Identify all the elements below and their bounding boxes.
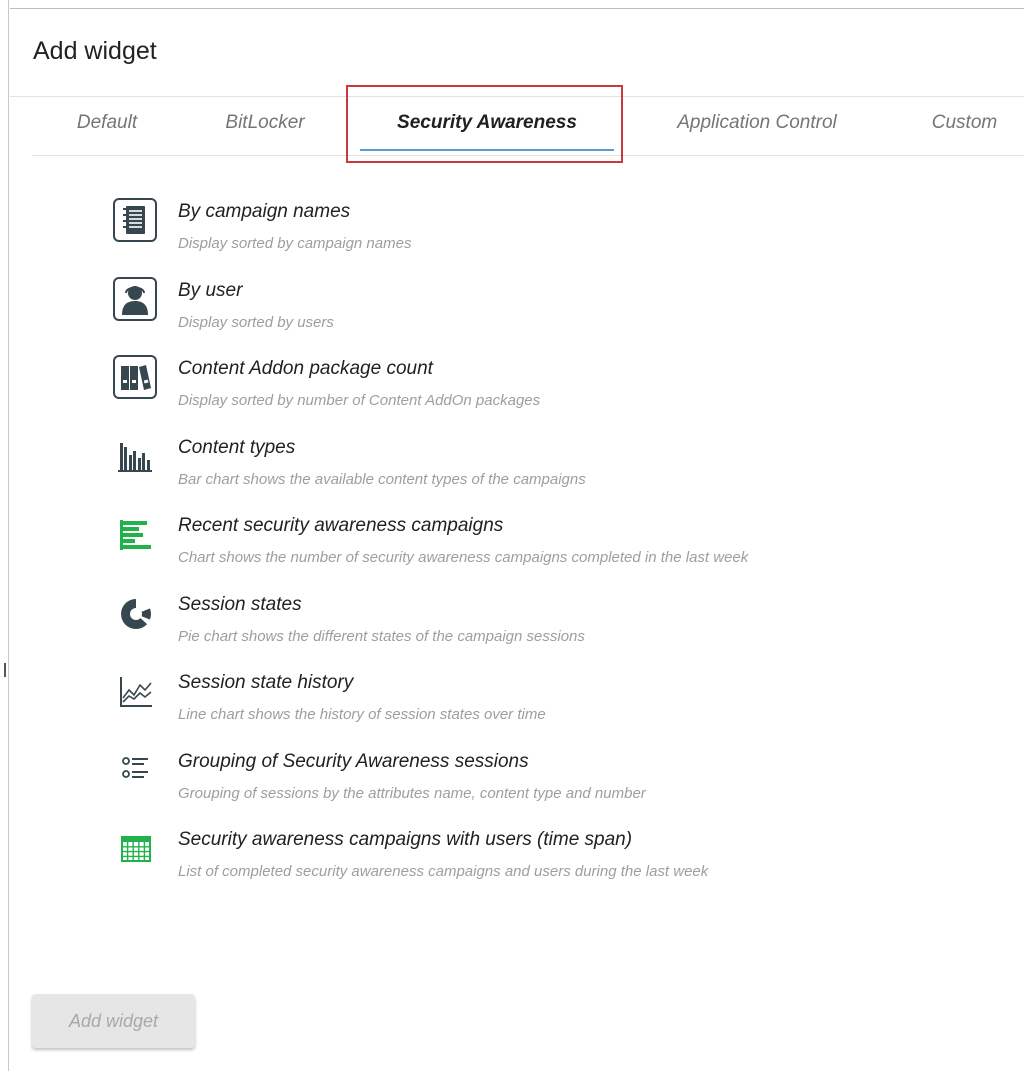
table-grid-icon <box>112 825 158 871</box>
widget-item-content-types[interactable]: Content types Bar chart shows the availa… <box>110 433 1010 512</box>
widget-item-session-states[interactable]: Session states Pie chart shows the diffe… <box>110 590 1010 669</box>
widget-title: Session state history <box>178 672 354 693</box>
grouping-list-icon <box>112 747 158 793</box>
widget-item-session-state-history[interactable]: Session state history Line chart shows t… <box>110 668 1010 747</box>
widget-description: List of completed security awareness cam… <box>178 863 709 880</box>
widget-title: Session states <box>178 593 302 615</box>
donut-chart-icon <box>112 590 158 636</box>
widget-description: Display sorted by users <box>178 313 334 331</box>
widget-item-recent-security-awareness-campaigns[interactable]: Recent security awareness campaigns Char… <box>110 511 1010 590</box>
add-widget-dialog: Add widget Default BitLocker Security Aw… <box>10 8 1024 1072</box>
widget-title: Grouping of Security Awareness sessions <box>178 750 529 772</box>
tab-security-awareness-label: Security Awareness <box>397 112 577 133</box>
tab-default[interactable]: Default <box>52 97 162 155</box>
widget-description: Display sorted by number of Content AddO… <box>178 392 541 409</box>
widget-description: Line chart shows the history of session … <box>178 706 546 723</box>
tab-custom[interactable]: Custom <box>912 97 1017 155</box>
widget-title: Content types <box>178 436 296 458</box>
background-window-edge <box>0 0 9 1071</box>
widget-description: Bar chart shows the available content ty… <box>178 470 586 488</box>
tab-security-awareness[interactable]: Security Awareness <box>352 97 622 155</box>
dialog-title: Add widget <box>33 37 157 65</box>
active-tab-underline <box>360 149 614 151</box>
binders-icon <box>112 354 158 400</box>
widget-title: By user <box>178 279 243 301</box>
widget-item-content-addon-package-count[interactable]: Content Addon package count Display sort… <box>110 354 1010 433</box>
user-icon <box>112 276 158 322</box>
widget-title: Content Addon package count <box>178 358 433 379</box>
widget-item-by-campaign-names[interactable]: By campaign names Display sorted by camp… <box>110 197 1010 276</box>
background-window-marker <box>4 663 6 677</box>
tab-application-control[interactable]: Application Control <box>647 97 867 155</box>
widget-description: Display sorted by campaign names <box>178 235 412 252</box>
line-chart-icon <box>112 668 158 714</box>
widget-item-grouping-of-security-awareness-sessions[interactable]: Grouping of Security Awareness sessions … <box>110 747 1010 826</box>
widget-title: Recent security awareness campaigns <box>178 515 504 536</box>
bar-chart-icon <box>112 433 158 479</box>
widget-item-security-awareness-campaigns-with-users[interactable]: Security awareness campaigns with users … <box>110 825 1010 904</box>
horizontal-bar-chart-icon <box>112 511 158 557</box>
widget-title: By campaign names <box>178 201 351 222</box>
widget-item-by-user[interactable]: By user Display sorted by users <box>110 276 1010 355</box>
add-widget-button[interactable]: Add widget <box>32 994 195 1048</box>
widget-list: By campaign names Display sorted by camp… <box>110 197 1010 904</box>
tab-bitlocker[interactable]: BitLocker <box>200 97 330 155</box>
tab-bar: Default BitLocker Security Awareness App… <box>32 97 1024 156</box>
screen: Add widget Default BitLocker Security Aw… <box>0 0 1024 1072</box>
list-document-icon <box>112 197 158 243</box>
widget-description: Grouping of sessions by the attributes n… <box>178 784 646 802</box>
widget-title: Security awareness campaigns with users … <box>178 829 633 850</box>
widget-description: Chart shows the number of security aware… <box>178 549 749 566</box>
widget-description: Pie chart shows the different states of … <box>178 627 585 645</box>
